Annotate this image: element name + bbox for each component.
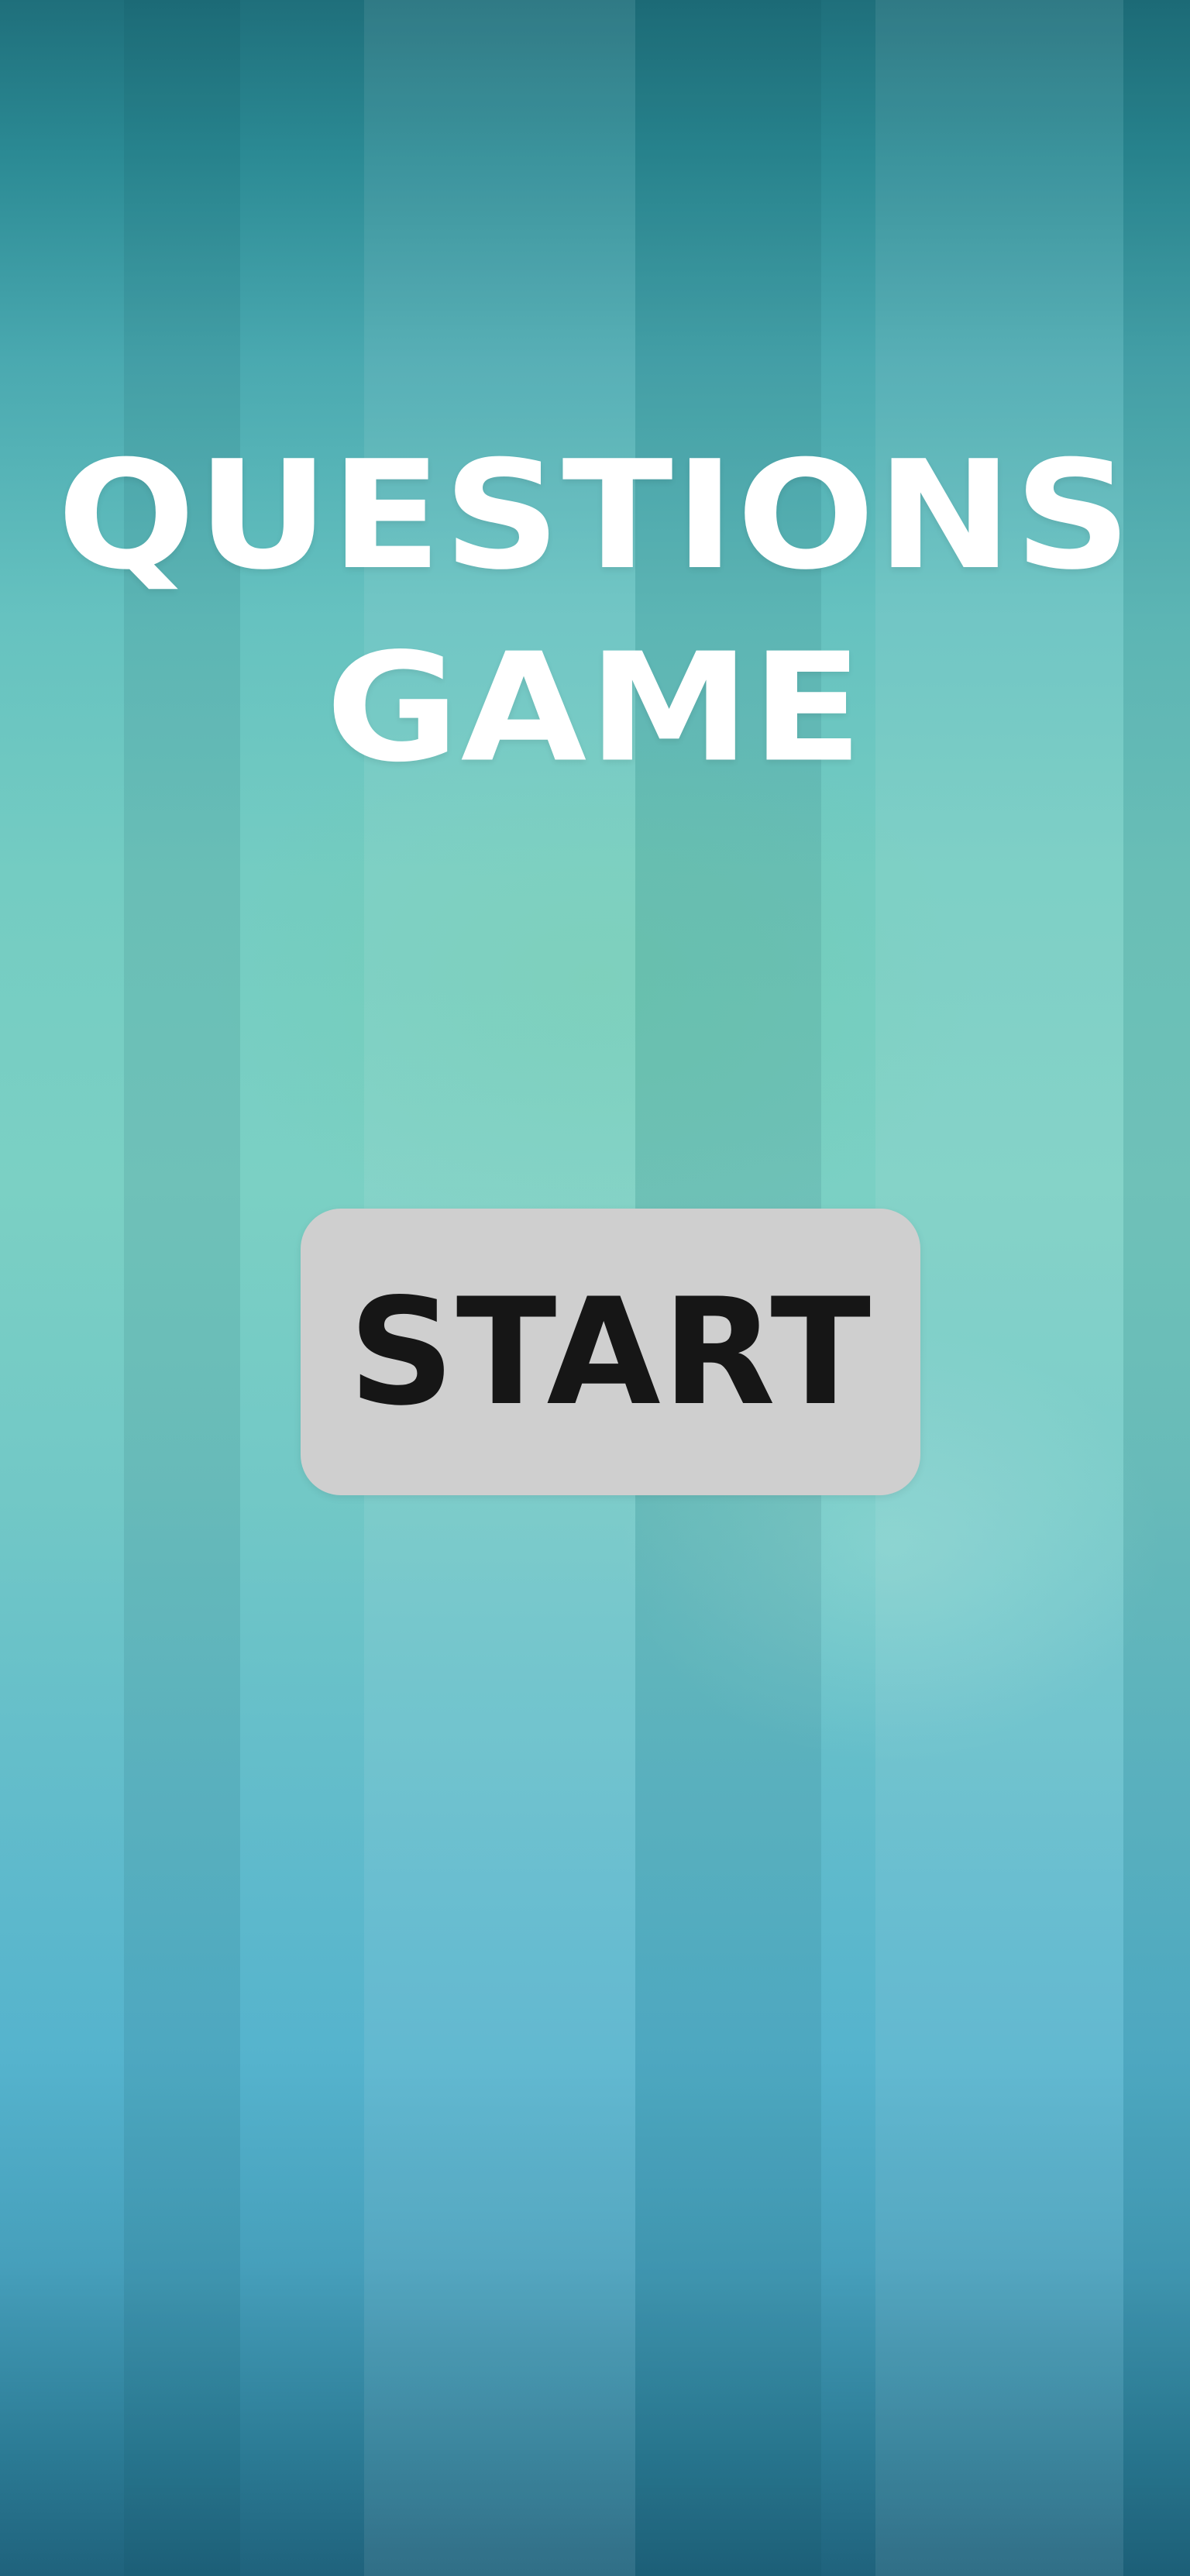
start-button-label: START [348,1266,873,1438]
background-stripe [124,0,240,2576]
start-button[interactable]: START [301,1209,920,1495]
title-line-questions: QUESTIONS [57,428,1133,604]
title-line-game: GAME [325,621,865,796]
game-title: QUESTIONS GAME [0,420,1190,805]
background-stripe [1123,0,1190,2576]
game-start-screen: QUESTIONS GAME START [0,0,1190,2576]
